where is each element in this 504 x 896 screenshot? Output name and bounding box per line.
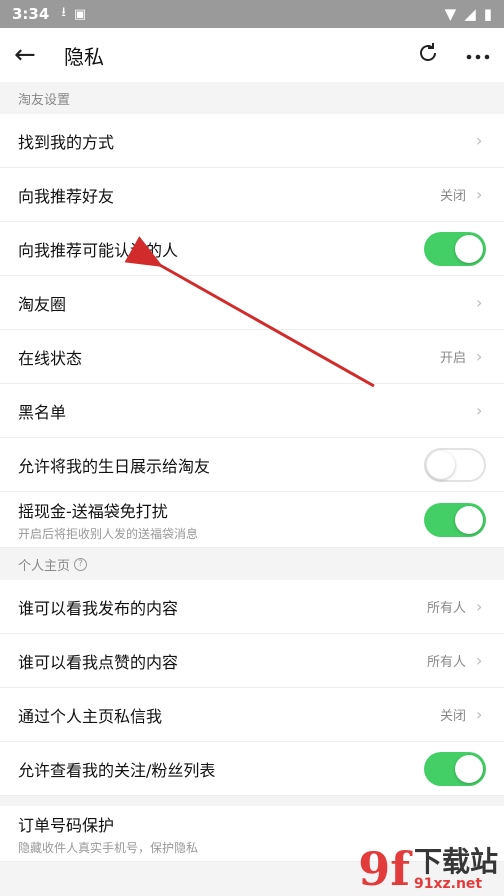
row-label: 黑名单 [18, 402, 67, 422]
row-recommend-known: 向我推荐可能认识的人 [0, 222, 504, 276]
row-find-me[interactable]: 找到我的方式 › [0, 114, 504, 168]
follow-list-toggle[interactable] [424, 751, 486, 786]
chevron-right-icon: › [476, 293, 483, 312]
watermark-url: 91xz.net [413, 876, 483, 892]
row-recommend-friends[interactable]: 向我推荐好友 关闭 › [0, 168, 504, 222]
watermark: 9f 下载站 91xz.net [358, 846, 498, 892]
page-title: 隐私 [64, 44, 104, 69]
toggle-knob [455, 234, 483, 263]
row-lucky-bag: 摇现金-送福袋免打扰 开启后将拒收别人发的送福袋消息 [0, 492, 504, 548]
section-profile: 个人主页 ? [0, 548, 504, 580]
row-value: 所有人 [426, 601, 466, 616]
row-who-view-likes[interactable]: 谁可以看我点赞的内容 所有人 › [0, 634, 504, 688]
section-friend-settings: 淘友设置 [0, 82, 504, 114]
row-private-message[interactable]: 通过个人主页私信我 关闭 › [0, 688, 504, 742]
birthday-toggle[interactable] [424, 447, 486, 482]
row-friend-circle[interactable]: 淘友圈 › [0, 276, 504, 330]
row-label: 允许查看我的关注/粉丝列表 [18, 760, 216, 780]
row-label: 通过个人主页私信我 [18, 706, 163, 726]
row-label: 摇现金-送福袋免打扰 [18, 501, 168, 521]
section-gap [0, 796, 504, 806]
chevron-right-icon: › [476, 401, 483, 420]
app-bar: ← 隐私 [0, 28, 504, 82]
row-value: 开启 [439, 351, 466, 366]
row-subtitle: 开启后将拒收别人发的送福袋消息 [18, 526, 199, 541]
row-follow-list: 允许查看我的关注/粉丝列表 [0, 742, 504, 796]
section-title: 个人主页 [18, 558, 71, 574]
row-subtitle: 隐藏收件人真实手机号，保护隐私 [18, 840, 199, 855]
more-icon[interactable] [466, 46, 490, 65]
chevron-right-icon: › [476, 347, 483, 366]
row-value: 关闭 [439, 709, 466, 724]
row-who-view-posts[interactable]: 谁可以看我发布的内容 所有人 › [0, 580, 504, 634]
chevron-right-icon: › [476, 597, 483, 616]
recommend-known-toggle[interactable] [424, 231, 486, 266]
row-label: 允许将我的生日展示给淘友 [18, 456, 211, 476]
row-online-status[interactable]: 在线状态 开启 › [0, 330, 504, 384]
lucky-bag-toggle[interactable] [424, 502, 486, 537]
row-blacklist[interactable]: 黑名单 › [0, 384, 504, 438]
signal-icon: ◢ [464, 5, 476, 23]
row-value: 所有人 [426, 655, 466, 670]
row-label: 谁可以看我发布的内容 [18, 598, 179, 618]
toggle-knob [455, 505, 483, 534]
chevron-right-icon: › [476, 651, 483, 670]
help-icon[interactable]: ? [74, 557, 88, 571]
toggle-knob [427, 450, 455, 479]
row-label: 向我推荐好友 [18, 186, 115, 206]
row-label: 谁可以看我点赞的内容 [18, 652, 179, 672]
row-value: 关闭 [439, 189, 466, 204]
row-label: 向我推荐可能认识的人 [18, 240, 179, 260]
refresh-icon[interactable] [416, 41, 440, 69]
status-time: 3:34 [12, 5, 50, 23]
row-label: 在线状态 [18, 348, 83, 368]
wifi-icon: ▼ [444, 5, 457, 23]
status-bar: 3:34 ⭳ ▣ ▼ ◢ ▮ [0, 0, 504, 28]
watermark-logo: 9f [358, 842, 410, 896]
row-label: 淘友圈 [18, 294, 67, 314]
chevron-right-icon: › [476, 705, 483, 724]
row-birthday: 允许将我的生日展示给淘友 [0, 438, 504, 492]
battery-icon: ▮ [483, 5, 492, 23]
row-label: 找到我的方式 [18, 132, 115, 152]
section-title: 淘友设置 [18, 92, 71, 108]
chevron-right-icon: › [476, 131, 483, 150]
row-label: 订单号码保护 [18, 815, 115, 835]
back-arrow-icon[interactable]: ← [14, 40, 50, 70]
download-icon: ⭳ [61, 5, 66, 20]
watermark-main: 下载站 [413, 845, 498, 878]
chevron-right-icon: › [476, 185, 483, 204]
toggle-knob [455, 754, 483, 783]
a-icon: ▣ [73, 6, 87, 22]
